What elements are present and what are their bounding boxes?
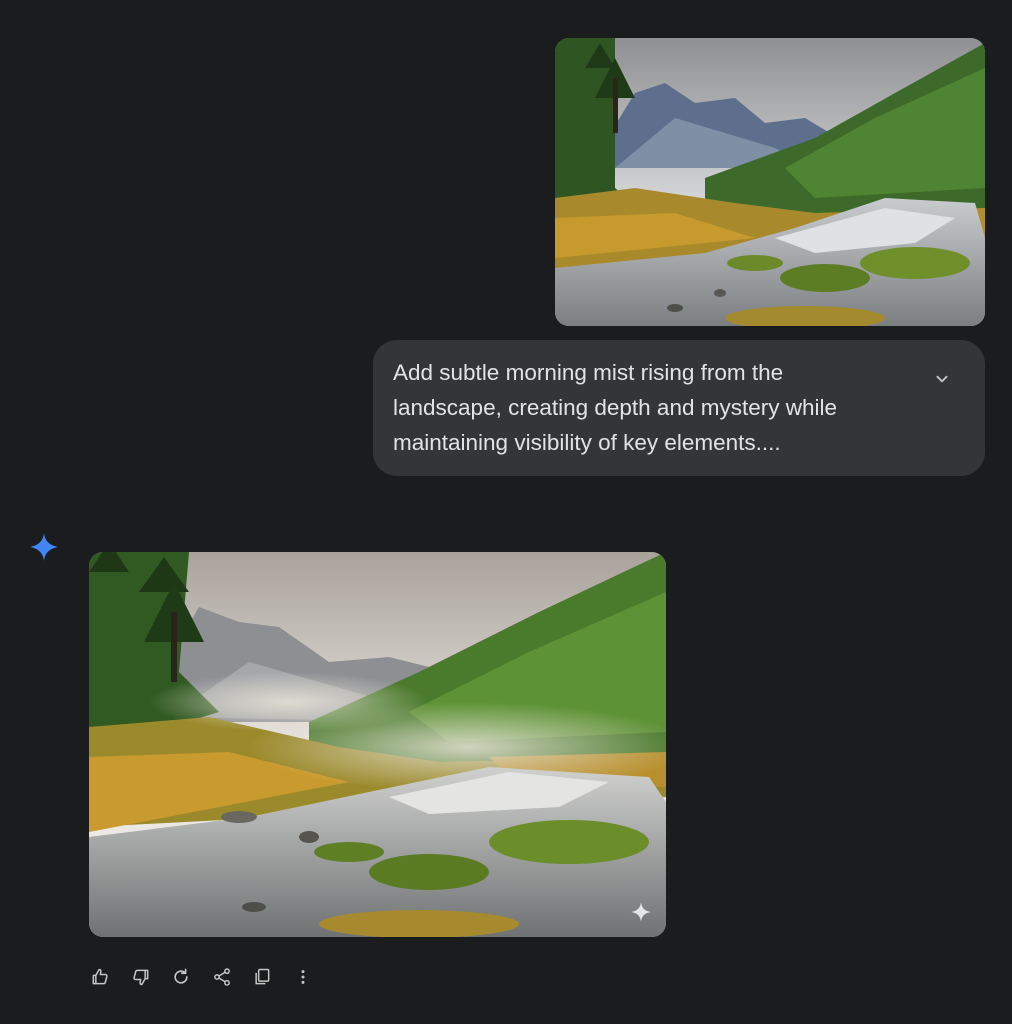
copy-icon[interactable] xyxy=(248,963,276,991)
spark-watermark-icon xyxy=(630,901,652,923)
chat-page: Add subtle morning mist rising from the … xyxy=(0,0,1012,1024)
share-icon[interactable] xyxy=(208,963,236,991)
spark-icon xyxy=(29,532,59,562)
thumbs-up-icon[interactable] xyxy=(86,963,114,991)
response-actions-toolbar xyxy=(86,963,329,991)
misty-landscape-photo xyxy=(89,552,666,937)
generated-image[interactable] xyxy=(89,552,666,937)
user-uploaded-image[interactable] xyxy=(555,38,985,326)
thumbs-down-icon[interactable] xyxy=(127,963,155,991)
landscape-photo xyxy=(555,38,985,326)
user-prompt-text: Add subtle morning mist rising from the … xyxy=(393,360,838,455)
chevron-down-icon[interactable] xyxy=(931,368,953,390)
more-options-icon[interactable] xyxy=(289,963,317,991)
user-prompt-bubble: Add subtle morning mist rising from the … xyxy=(373,340,985,476)
regenerate-icon[interactable] xyxy=(167,963,195,991)
